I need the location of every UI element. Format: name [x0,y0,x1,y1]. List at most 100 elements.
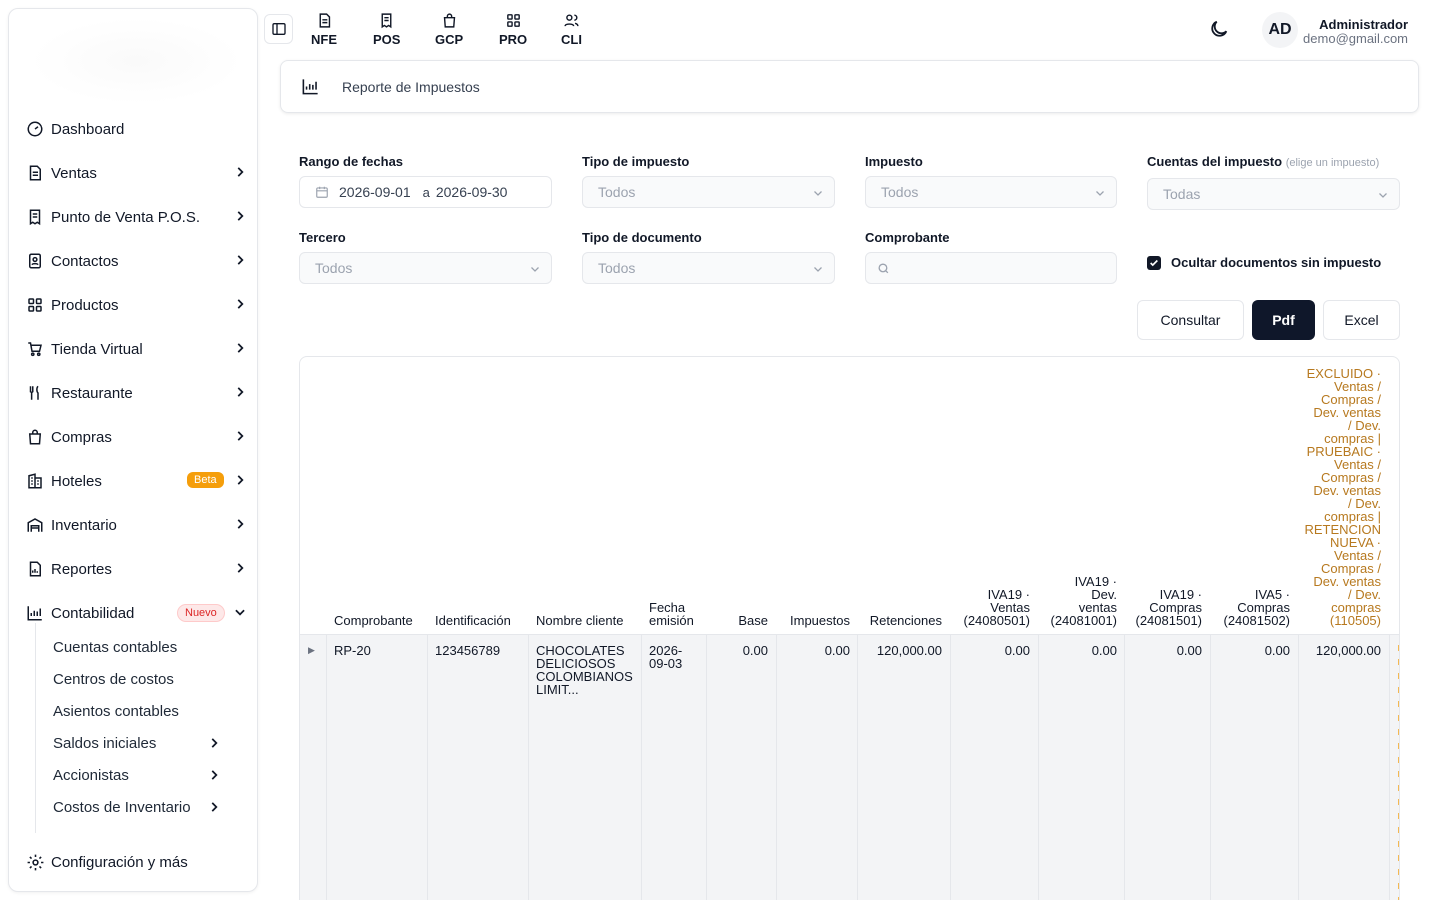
building-icon [25,471,45,491]
doc-type-value: Todos [598,260,636,276]
column-header-iva19-dev-ventas[interactable]: IVA19 · Dev. ventas (24081001) [1038,575,1118,627]
chevron-down-icon [1096,191,1104,196]
sidebar-item-ventas[interactable]: Ventas [25,157,251,189]
check-icon [1150,259,1158,267]
app-button-pro[interactable]: PRO [499,12,527,47]
column-header-iva19-ventas[interactable]: IVA19 · Ventas (24080501) [950,588,1031,627]
chevron-right-icon [237,563,244,573]
column-header-iva19-compras[interactable]: IVA19 · Compras (24081501) [1124,588,1203,627]
chevron-right-icon [237,519,244,529]
moon-icon[interactable] [1208,18,1230,40]
date-to: 2026-09-30 [435,184,508,200]
document-icon [25,163,45,183]
sidebar-item-reportes[interactable]: Reportes [25,553,251,585]
tax-select[interactable]: Todos [865,176,1117,208]
expand-row-icon[interactable]: ▶ [308,645,315,656]
cell-iva19-compras: 0.00 [1176,643,1202,658]
table-row[interactable]: ▶ RP-20 123456789 CHOCOLATES DELICIOSOS … [300,634,1399,900]
column-header-base[interactable]: Base [718,614,768,627]
chevron-down-icon [814,191,822,196]
excel-button[interactable]: Excel [1323,300,1400,340]
pos-receipt-icon [381,13,392,29]
submenu-item-costos-de-inventario[interactable]: Costos de Inventario [53,795,223,819]
column-divider [857,635,858,900]
app-button-label: GCP [435,32,464,47]
cell-retenciones: 120,000.00 [876,643,942,658]
sidebar-item-hoteles[interactable]: Hoteles Beta [25,465,251,497]
submenu-item-asientos-contables[interactable]: Asientos contables [53,699,223,723]
column-header-fecha-emision[interactable]: Fecha emisión [649,601,694,627]
tax-type-select[interactable]: Todos [582,176,835,208]
column-header-nombre-cliente[interactable]: Nombre cliente [536,614,623,627]
consult-button[interactable]: Consultar [1137,300,1244,340]
avatar[interactable]: AD [1262,12,1298,48]
date-range-label: Rango de fechas [299,154,404,169]
cart-icon [25,339,45,359]
shopping-bag-icon [443,13,455,28]
app-button-nfe[interactable]: NFE [311,12,337,47]
sidebar-item-label: Punto de Venta P.O.S. [51,208,201,226]
sidebar-item-compras[interactable]: Compras [25,421,251,453]
voucher-label: Comprobante [865,230,950,245]
tax-type-value: Todos [598,184,636,200]
user-name: Administrador [1319,17,1408,32]
date-range-picker[interactable]: 2026-09-01 a 2026-09-30 [299,176,552,208]
third-party-select[interactable]: Todos [299,252,552,284]
sidebar-item-contactos[interactable]: Contactos [25,245,251,277]
sidebar-item-restaurante[interactable]: Restaurante [25,377,251,409]
sidebar-item-pos[interactable]: Punto de Venta P.O.S. [25,201,251,233]
column-header-retenciones[interactable]: Retenciones [858,614,942,627]
header-line: (110505) [1329,613,1381,628]
pdf-button[interactable]: Pdf [1252,300,1315,340]
sidebar: Dashboard Ventas Punto de Venta P.O.S. C… [8,8,258,892]
search-icon [878,262,889,273]
hide-docs-label: Ocultar documentos sin impuesto [1171,255,1382,270]
document-icon [319,13,330,28]
column-divider [641,635,642,900]
column-header-iva5-compras[interactable]: IVA5 · Compras (24081502) [1210,588,1291,627]
truncated-column-marker [1398,645,1399,900]
user-email: demo@gmail.com [1303,31,1408,46]
sidebar-toggle-button[interactable] [264,14,293,44]
chevron-right-icon [237,343,244,353]
sidebar-item-tienda-virtual[interactable]: Tienda Virtual [25,333,251,365]
submenu-item-label: Accionistas [53,766,129,784]
cell-identificacion: 123456789 [435,643,501,658]
dashboard-gauge-icon [25,119,45,139]
sidebar-item-inventario[interactable]: Inventario [25,509,251,541]
utensils-icon [25,383,45,403]
column-header-excluido-pruebaic-retencion[interactable]: EXCLUIDO · Ventas / Compras / Dev. venta… [1300,367,1381,627]
sidebar-panel-icon [271,23,286,35]
column-header-identificacion[interactable]: Identificación [435,614,511,627]
column-divider [776,635,777,900]
cell-iva19-ventas: 0.00 [1004,643,1030,658]
sidebar-item-label: Ventas [51,164,97,182]
app-button-gcp[interactable]: GCP [435,12,463,47]
column-divider [1389,635,1390,900]
submenu-item-accionistas[interactable]: Accionistas [53,763,223,787]
sidebar-item-dashboard[interactable]: Dashboard [25,113,251,145]
tax-accounts-label-text: Cuentas del impuesto [1147,154,1283,169]
sidebar-item-productos[interactable]: Productos [25,289,251,321]
app-button-pos[interactable]: POS [373,12,400,47]
chevron-right-icon [211,770,218,780]
submenu-item-centros-de-costos[interactable]: Centros de costos [53,667,223,691]
column-header-comprobante[interactable]: Comprobante [334,614,413,627]
grid-icon [506,14,520,27]
submenu-item-cuentas-contables[interactable]: Cuentas contables [53,635,223,659]
tax-accounts-select[interactable]: Todas [1147,178,1400,210]
config-and-more-link[interactable]: Configuración y más [25,847,188,877]
cell-iva19-dev-ventas: 0.00 [1091,643,1117,658]
company-logo [29,17,244,105]
submenu-item-saldos-iniciales[interactable]: Saldos iniciales [53,731,223,755]
app-button-cli[interactable]: CLI [561,12,582,47]
hide-docs-checkbox[interactable] [1147,256,1161,270]
doc-type-select[interactable]: Todos [582,252,835,284]
voucher-search-input[interactable] [865,252,1117,284]
beta-badge: Beta [187,472,224,488]
submenu-item-label: Costos de Inventario [53,798,191,816]
config-label: Configuración y más [51,853,188,871]
column-header-impuestos[interactable]: Impuestos [778,614,850,627]
chevron-right-icon [237,211,244,221]
tax-label: Impuesto [865,154,923,169]
